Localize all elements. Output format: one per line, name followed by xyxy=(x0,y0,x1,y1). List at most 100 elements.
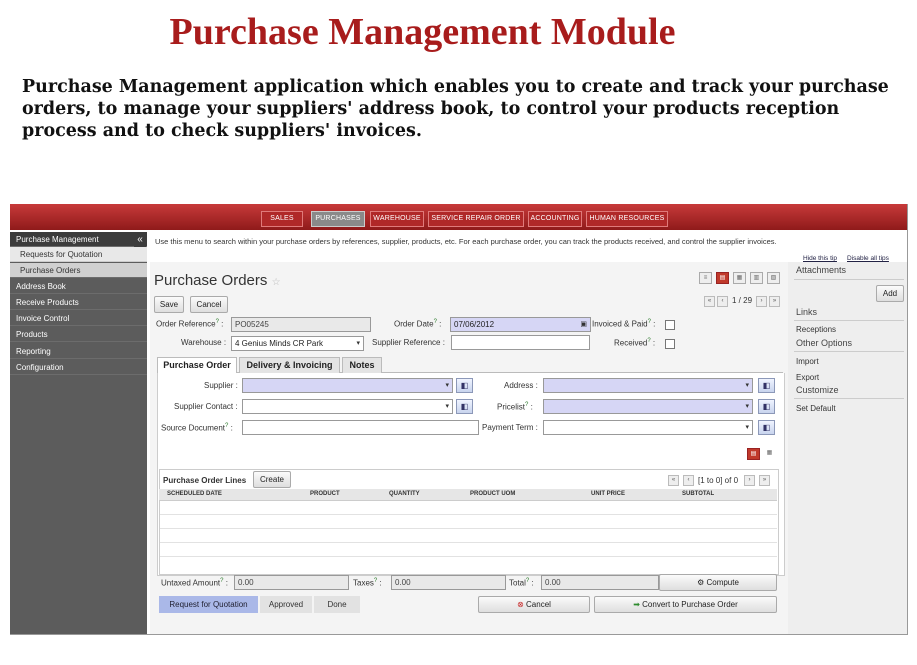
invoiced-paid-checkbox[interactable] xyxy=(665,320,675,330)
dropdown-icon[interactable]: ▾ xyxy=(356,337,360,350)
warehouse-select[interactable]: 4 Genius Minds CR Park ▾ xyxy=(231,336,364,351)
menu-human-resources[interactable]: HUMAN RESOURCES xyxy=(586,211,668,227)
column-header[interactable]: SUBTOTAL xyxy=(682,491,714,497)
sidebar-header[interactable]: Purchase Management xyxy=(10,232,147,247)
sidebar-item-receive-products[interactable]: Receive Products xyxy=(10,295,147,310)
menu-warehouse[interactable]: WAREHOUSE xyxy=(370,211,424,227)
sidebar-item-purchase-orders[interactable]: Purchase Orders xyxy=(10,263,147,278)
divider xyxy=(794,320,904,321)
menu-purchases[interactable]: PURCHASES xyxy=(311,211,365,227)
sidebar-item-products[interactable]: Products xyxy=(10,327,147,342)
source-document-label: Source Document? : xyxy=(161,423,233,433)
page-title: Purchase Orders ☆ xyxy=(154,272,281,289)
sidebar-item-requests-for-quotation[interactable]: Requests for Quotation xyxy=(10,247,147,262)
help-tip: Use this menu to search within your purc… xyxy=(155,237,777,246)
add-attachment-button[interactable]: Add xyxy=(876,285,904,302)
arrow-right-icon: ➡ xyxy=(633,600,640,609)
source-document-field[interactable] xyxy=(242,420,479,435)
dropdown-icon[interactable]: ▾ xyxy=(745,421,749,434)
menu-sales[interactable]: SALES xyxy=(261,211,303,227)
create-line-button[interactable]: Create xyxy=(253,471,291,488)
pricelist-select[interactable]: ▾ xyxy=(543,399,753,414)
cancel-icon: ⊗ xyxy=(517,600,524,609)
order-lines-title: Purchase Order Lines xyxy=(163,476,247,485)
sidebar-item-address-book[interactable]: Address Book xyxy=(10,279,147,294)
open-record-icon[interactable]: ◧ xyxy=(456,378,473,393)
workflow-step-request-for-quotation: Request for Quotation xyxy=(159,596,258,613)
prev-page-icon[interactable]: ‹ xyxy=(717,296,728,307)
app-screenshot: SALES PURCHASES WAREHOUSE SERVICE REPAIR… xyxy=(10,204,908,635)
address-select[interactable]: ▾ xyxy=(543,378,753,393)
disable-tips-link[interactable]: Disable all tips xyxy=(847,255,889,262)
calendar-icon[interactable]: ▣ xyxy=(580,318,587,331)
next-page-icon[interactable]: › xyxy=(744,475,755,486)
received-checkbox[interactable] xyxy=(665,339,675,349)
export-link[interactable]: Export xyxy=(796,373,819,382)
form-view-icon[interactable]: ▤ xyxy=(716,272,729,284)
receptions-link[interactable]: Receptions xyxy=(796,325,836,334)
last-page-icon[interactable]: » xyxy=(759,475,770,486)
workflow-step-done: Done xyxy=(314,596,360,613)
tab-notes[interactable]: Notes xyxy=(342,357,382,373)
dropdown-icon[interactable]: ▾ xyxy=(745,400,749,413)
cancel-order-button[interactable]: ⊗ Cancel xyxy=(478,596,590,613)
total-label: Total? : xyxy=(509,578,534,588)
dropdown-icon[interactable]: ▾ xyxy=(745,379,749,392)
attachments-title: Attachments xyxy=(796,265,847,275)
table-row xyxy=(160,543,777,557)
sidebar-item-configuration[interactable]: Configuration xyxy=(10,360,147,375)
collapse-icon[interactable]: « xyxy=(134,233,146,247)
open-record-icon[interactable]: ◧ xyxy=(758,378,775,393)
next-page-icon[interactable]: › xyxy=(756,296,767,307)
save-button[interactable]: Save xyxy=(154,296,184,313)
graph-view-icon[interactable]: ▥ xyxy=(750,272,763,284)
right-sidebar xyxy=(788,262,907,634)
first-page-icon[interactable]: « xyxy=(704,296,715,307)
star-icon[interactable]: ☆ xyxy=(272,277,281,288)
column-header[interactable]: PRODUCT UOM xyxy=(470,491,515,497)
column-header[interactable]: SCHEDULED DATE xyxy=(167,491,222,497)
grid-layout-icon[interactable]: ▦ xyxy=(764,448,775,458)
tab-purchase-order[interactable]: Purchase Order xyxy=(157,357,237,374)
supplier-contact-select[interactable]: ▾ xyxy=(242,399,453,414)
menu-service-repair-order[interactable]: SERVICE REPAIR ORDER xyxy=(428,211,524,227)
supplier-select[interactable]: ▾ xyxy=(242,378,453,393)
prev-page-icon[interactable]: ‹ xyxy=(683,475,694,486)
invoiced-paid-label: Invoiced & Paid? : xyxy=(592,319,656,329)
supplier-reference-field[interactable] xyxy=(451,335,590,350)
table-row xyxy=(160,515,777,529)
divider xyxy=(794,398,904,399)
column-header[interactable]: UNIT PRICE xyxy=(591,491,625,497)
gantt-view-icon[interactable]: ▧ xyxy=(767,272,780,284)
open-record-icon[interactable]: ◧ xyxy=(456,399,473,414)
sidebar-item-reporting[interactable]: Reporting xyxy=(10,344,147,359)
dropdown-icon[interactable]: ▾ xyxy=(445,379,449,392)
order-date-field[interactable]: 07/06/2012 ▣ xyxy=(450,317,591,332)
sidebar-item-invoice-control[interactable]: Invoice Control xyxy=(10,311,147,326)
calendar-view-icon[interactable]: ▦ xyxy=(733,272,746,284)
order-reference-field[interactable]: PO05245 xyxy=(231,317,371,332)
column-header[interactable]: QUANTITY xyxy=(389,491,420,497)
set-default-link[interactable]: Set Default xyxy=(796,404,836,413)
open-record-icon[interactable]: ◧ xyxy=(758,399,775,414)
table-row xyxy=(160,501,777,515)
supplier-reference-label: Supplier Reference : xyxy=(372,338,445,347)
first-page-icon[interactable]: « xyxy=(668,475,679,486)
form-layout-icon[interactable]: ▤ xyxy=(747,448,760,460)
open-record-icon[interactable]: ◧ xyxy=(758,420,775,435)
import-link[interactable]: Import xyxy=(796,357,819,366)
record-pager: 1 / 29 xyxy=(732,296,753,305)
menu-accounting[interactable]: ACCOUNTING xyxy=(528,211,582,227)
cancel-button[interactable]: Cancel xyxy=(190,296,228,313)
page-heading: Purchase Management Module xyxy=(169,11,676,53)
tab-delivery-invoicing[interactable]: Delivery & Invoicing xyxy=(239,357,340,373)
hide-tip-link[interactable]: Hide this tip xyxy=(803,255,837,262)
payment-term-select[interactable]: ▾ xyxy=(543,420,753,435)
last-page-icon[interactable]: » xyxy=(769,296,780,307)
list-view-icon[interactable]: ≡ xyxy=(699,272,712,284)
convert-to-purchase-order-button[interactable]: ➡ Convert to Purchase Order xyxy=(594,596,777,613)
column-header[interactable]: PRODUCT xyxy=(310,491,340,497)
divider xyxy=(794,279,904,280)
dropdown-icon[interactable]: ▾ xyxy=(445,400,449,413)
compute-button[interactable]: ⚙ Compute xyxy=(659,574,777,591)
